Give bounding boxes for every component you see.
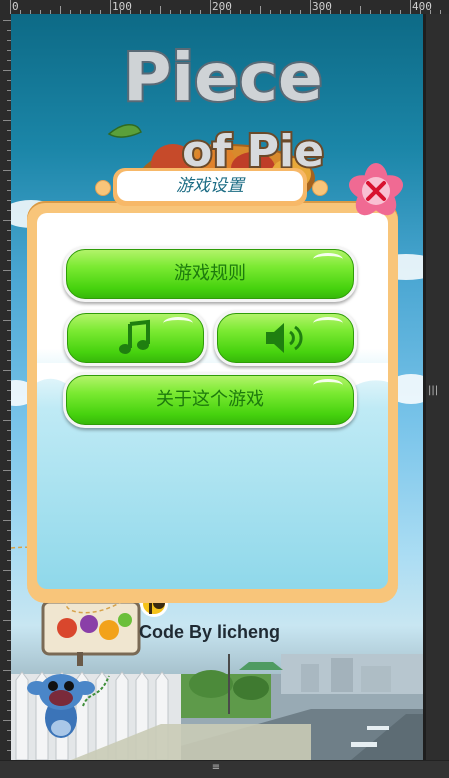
ruler-tick bbox=[3, 670, 11, 671]
ruler-tick bbox=[3, 520, 11, 521]
game-rules-label: 游戏规则 bbox=[174, 263, 246, 284]
credit-text: Code By licheng bbox=[139, 622, 281, 642]
ruler-tick bbox=[3, 320, 11, 321]
game-rules-button[interactable]: 游戏规则 bbox=[63, 246, 357, 302]
ruler-tick bbox=[3, 70, 11, 71]
ruler-tick bbox=[3, 620, 11, 621]
ruler-tick bbox=[410, 0, 411, 14]
ruler-tick bbox=[160, 6, 161, 14]
ruler-tick bbox=[360, 6, 361, 14]
ruler-tick bbox=[3, 570, 11, 571]
ruler-tick bbox=[110, 0, 111, 14]
ruler-tick bbox=[10, 0, 11, 14]
ruler-tick bbox=[3, 470, 11, 471]
vine-decoration bbox=[82, 675, 110, 707]
title-tab-left-dot bbox=[95, 180, 111, 196]
ruler-tick bbox=[3, 220, 11, 221]
dialog-title: 游戏设置 bbox=[117, 171, 303, 201]
sound-toggle-button[interactable] bbox=[214, 310, 357, 366]
speaker-icon bbox=[265, 323, 302, 353]
close-button[interactable] bbox=[344, 160, 408, 222]
ruler-label-200: 200 bbox=[212, 0, 232, 13]
close-icon bbox=[348, 163, 404, 216]
about-game-button[interactable]: 关于这个游戏 bbox=[63, 372, 357, 428]
top-ruler: 0 100 200 300 400 bbox=[0, 0, 449, 15]
ruler-label-0: 0 bbox=[12, 0, 19, 13]
resize-handle-right[interactable]: ||| bbox=[428, 384, 438, 398]
logo-title-line1: Piece bbox=[123, 39, 323, 116]
ruler-tick bbox=[260, 6, 261, 14]
ruler-tick bbox=[3, 370, 11, 371]
resize-handle-bottom[interactable]: ≡ bbox=[208, 760, 224, 777]
about-game-label: 关于这个游戏 bbox=[156, 389, 264, 410]
ruler-label-100: 100 bbox=[112, 0, 132, 13]
dialog-title-tab: 游戏设置 bbox=[113, 168, 307, 206]
title-tab-right-dot bbox=[312, 180, 328, 196]
ruler-tick bbox=[3, 120, 11, 121]
music-toggle-button[interactable] bbox=[64, 310, 207, 366]
ruler-label-300: 300 bbox=[312, 0, 332, 13]
ruler-tick bbox=[3, 420, 11, 421]
ruler-tick bbox=[3, 170, 11, 171]
music-note-icon bbox=[118, 319, 150, 354]
ruler-tick bbox=[210, 0, 211, 14]
ruler-tick bbox=[310, 0, 311, 14]
game-canvas: Piece of Pie 游戏设置 游戏规则 关于这个游戏 Code By li… bbox=[11, 14, 423, 760]
ruler-tick bbox=[3, 270, 11, 271]
ruler-tick bbox=[60, 6, 61, 14]
ruler-label-400: 400 bbox=[412, 0, 432, 13]
bottom-panel-strip bbox=[0, 760, 449, 778]
ruler-tick bbox=[3, 720, 11, 721]
ruler-tick bbox=[3, 20, 11, 21]
